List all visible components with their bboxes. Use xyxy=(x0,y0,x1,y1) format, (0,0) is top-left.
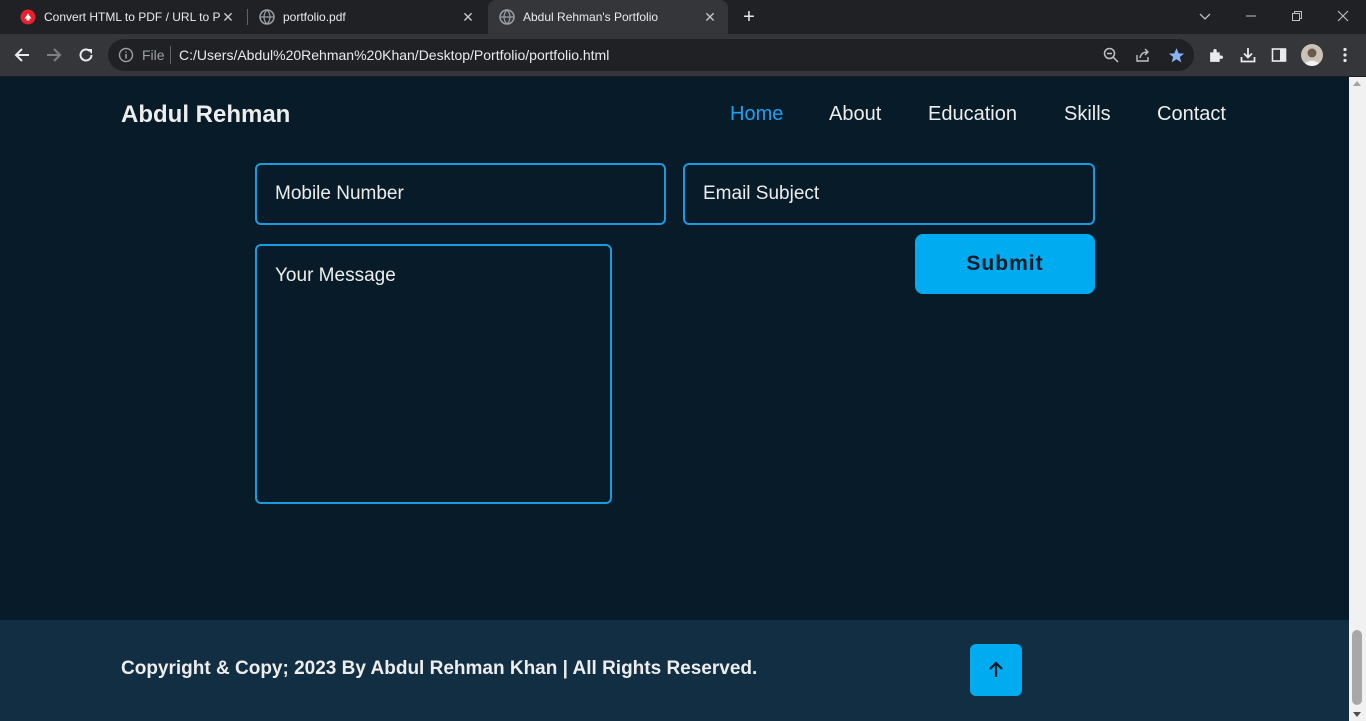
download-icon xyxy=(1240,48,1256,63)
mobile-number-input[interactable]: Mobile Number xyxy=(255,163,666,225)
nav-home[interactable]: Home xyxy=(730,103,783,126)
nav-education[interactable]: Education xyxy=(928,103,1017,126)
address-bar[interactable]: File C:/Users/Abdul%20Rehman%20Khan/Desk… xyxy=(108,39,1194,71)
copyright-text: Copyright & Copy; 2023 By Abdul Rehman K… xyxy=(121,658,758,679)
minimize-icon xyxy=(1246,15,1256,17)
browser-toolbar: File C:/Users/Abdul%20Rehman%20Khan/Desk… xyxy=(0,34,1366,77)
back-button[interactable] xyxy=(10,43,34,67)
new-tab-button[interactable]: + xyxy=(738,6,760,28)
share-icon xyxy=(1136,48,1149,62)
tab-label: portfolio.pdf xyxy=(283,10,346,24)
browser-tab-strip: Convert HTML to PDF / URL to PDF ✕ portf… xyxy=(0,0,1366,34)
tab-portfolio-active[interactable]: Abdul Rehman's Portfolio ✕ xyxy=(488,0,728,34)
side-panel-button[interactable] xyxy=(1267,43,1291,67)
reload-icon xyxy=(79,48,93,62)
profile-avatar[interactable] xyxy=(1301,44,1323,66)
zoom-out-icon xyxy=(1103,47,1119,63)
url-text[interactable]: C:/Users/Abdul%20Rehman%20Khan/Desktop/P… xyxy=(179,47,609,63)
minimize-button[interactable] xyxy=(1228,0,1274,32)
tab-label: Convert HTML to PDF / URL to PDF xyxy=(44,10,220,24)
nav-skills[interactable]: Skills xyxy=(1064,103,1111,126)
address-divider xyxy=(170,46,171,64)
arrow-up-icon xyxy=(989,661,1003,677)
downloads-button[interactable] xyxy=(1236,43,1260,67)
star-icon xyxy=(1168,47,1184,62)
vertical-scrollbar[interactable] xyxy=(1349,77,1366,721)
globe-icon xyxy=(499,9,515,25)
nav-contact[interactable]: Contact xyxy=(1157,103,1226,126)
globe-icon xyxy=(259,9,275,25)
close-tab-icon[interactable]: ✕ xyxy=(702,9,718,25)
tab-portfolio-pdf[interactable]: portfolio.pdf ✕ xyxy=(248,0,486,34)
info-icon[interactable] xyxy=(118,47,134,63)
restore-icon xyxy=(1292,11,1302,21)
close-window-button[interactable] xyxy=(1320,0,1366,32)
forward-button[interactable] xyxy=(42,43,66,67)
scrollbar-thumb[interactable] xyxy=(1352,630,1362,705)
footer: Copyright & Copy; 2023 By Abdul Rehman K… xyxy=(0,620,1349,721)
side-panel-icon xyxy=(1271,48,1287,62)
tab-html-to-pdf[interactable]: Convert HTML to PDF / URL to PDF ✕ xyxy=(0,0,246,34)
kebab-menu-icon xyxy=(1343,47,1347,63)
tab-label: Abdul Rehman's Portfolio xyxy=(523,10,659,24)
submit-button[interactable]: Submit xyxy=(915,234,1095,294)
extensions-button[interactable] xyxy=(1204,43,1228,67)
nav-about[interactable]: About xyxy=(829,103,881,126)
reload-button[interactable] xyxy=(74,43,98,67)
page-viewport: Abdul Rehman Home About Education Skills… xyxy=(0,77,1349,721)
browser-menu-button[interactable] xyxy=(1333,43,1357,67)
scroll-up-arrow-icon[interactable] xyxy=(1353,81,1361,86)
tab-search-button[interactable] xyxy=(1182,0,1228,32)
close-tab-icon[interactable]: ✕ xyxy=(460,9,476,25)
back-to-top-button[interactable] xyxy=(970,644,1022,696)
url-scheme-label: File xyxy=(142,47,165,63)
close-icon xyxy=(1337,10,1349,22)
site-logo[interactable]: Abdul Rehman xyxy=(121,101,290,129)
restore-button[interactable] xyxy=(1274,0,1320,32)
share-button[interactable] xyxy=(1133,45,1153,65)
arrow-right-icon xyxy=(47,48,62,62)
email-subject-input[interactable]: Email Subject xyxy=(683,163,1095,225)
pdf-converter-icon xyxy=(20,9,36,25)
bookmark-button[interactable] xyxy=(1166,45,1186,65)
zoom-button[interactable] xyxy=(1101,45,1121,65)
message-textarea[interactable]: Your Message xyxy=(255,244,612,504)
avatar-icon xyxy=(1304,48,1320,66)
chevron-down-icon xyxy=(1199,13,1211,20)
close-tab-icon[interactable]: ✕ xyxy=(220,9,236,25)
arrow-left-icon xyxy=(14,48,29,62)
scroll-down-arrow-icon[interactable] xyxy=(1353,712,1361,717)
puzzle-icon xyxy=(1209,48,1223,62)
